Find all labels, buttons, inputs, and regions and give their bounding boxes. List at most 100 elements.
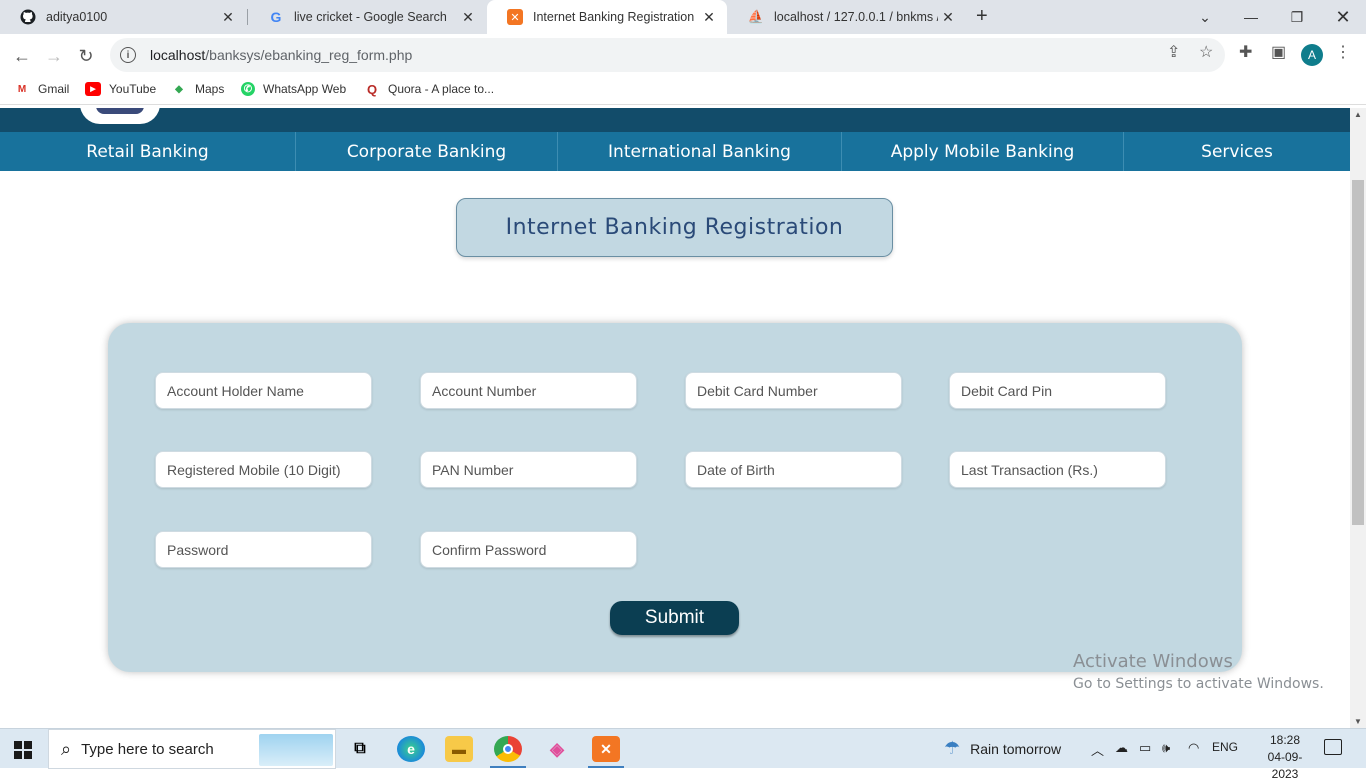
tab-phpmyadmin[interactable]: ⛵ localhost / 127.0.0.1 / bnkms / ba ✕: [728, 0, 966, 34]
wifi-icon[interactable]: ◠: [1188, 740, 1199, 756]
registered-mobile-input[interactable]: [155, 451, 372, 488]
watermark-title: Activate Windows: [1073, 651, 1233, 672]
debit-card-pin-input[interactable]: [949, 372, 1166, 409]
back-arrow-icon[interactable]: ←: [10, 44, 34, 68]
close-icon[interactable]: ✕: [458, 9, 478, 26]
search-highlight-image: [259, 734, 333, 766]
tab-title: live cricket - Google Search: [294, 10, 447, 24]
close-icon[interactable]: ✕: [218, 9, 238, 26]
github-icon: [20, 9, 36, 25]
bookmarks-bar: M Gmail ▶ YouTube ◆ Maps ✆ WhatsApp Web …: [0, 77, 1366, 105]
address-bar[interactable]: i localhost/banksys/ebanking_reg_form.ph…: [110, 38, 1225, 72]
language-indicator[interactable]: ENG: [1212, 740, 1238, 754]
youtube-icon: ▶: [85, 82, 101, 96]
window-close-button[interactable]: ✕: [1320, 0, 1366, 34]
bookmark-label: Maps: [195, 82, 225, 96]
notification-center-icon[interactable]: [1324, 739, 1342, 755]
minimize-button[interactable]: —: [1228, 0, 1274, 34]
site-nav: Retail Banking Corporate Banking Interna…: [0, 132, 1350, 171]
scroll-down-arrow-icon[interactable]: ▼: [1354, 717, 1362, 726]
menu-dots-icon[interactable]: ⋮: [1335, 42, 1351, 62]
browser-tab-bar: aditya0100 ✕ G live cricket - Google Sea…: [0, 0, 1366, 34]
windows-start-icon[interactable]: [14, 741, 32, 759]
bookmark-maps[interactable]: ◆ Maps: [171, 82, 224, 96]
url-text: localhost/banksys/ebanking_reg_form.php: [150, 47, 413, 63]
chrome-icon[interactable]: [494, 736, 522, 762]
umbrella-rain-icon: ☂: [944, 738, 961, 758]
registration-form: Submit: [108, 323, 1242, 672]
nav-corporate-banking[interactable]: Corporate Banking: [296, 132, 558, 171]
taskbar-search[interactable]: ⌕ Type here to search: [48, 729, 336, 769]
page-viewport: Retail Banking Corporate Banking Interna…: [0, 108, 1350, 728]
account-number-input[interactable]: [420, 372, 637, 409]
tab-title: Internet Banking Registration: [533, 10, 695, 24]
page-scrollbar[interactable]: ▲ ▼: [1350, 108, 1366, 728]
nav-retail-banking[interactable]: Retail Banking: [0, 132, 296, 171]
taskbar-clock[interactable]: 18:28 04-09-2023: [1260, 732, 1310, 783]
activate-windows-watermark: Activate Windows Go to Settings to activ…: [1073, 651, 1324, 692]
edge-icon[interactable]: e: [397, 736, 425, 762]
git-app-icon[interactable]: ◈: [543, 736, 571, 762]
clock-time: 18:28: [1269, 733, 1301, 747]
debit-card-number-input[interactable]: [685, 372, 902, 409]
reload-icon[interactable]: ↻: [74, 44, 98, 68]
account-holder-name-input[interactable]: [155, 372, 372, 409]
site-info-icon[interactable]: i: [120, 47, 136, 63]
tab-google-search[interactable]: G live cricket - Google Search ✕: [248, 0, 486, 34]
tab-internet-banking[interactable]: ✕ Internet Banking Registration ✕: [487, 0, 727, 34]
chevron-up-icon[interactable]: ︿: [1091, 740, 1104, 759]
tab-title: localhost / 127.0.0.1 / bnkms / ba: [774, 10, 938, 24]
clock-date: 04-09-2023: [1267, 750, 1303, 781]
nav-international-banking[interactable]: International Banking: [558, 132, 842, 171]
nav-apply-mobile-banking[interactable]: Apply Mobile Banking: [842, 132, 1124, 171]
new-tab-button[interactable]: +: [976, 5, 988, 28]
bookmark-label: YouTube: [109, 82, 157, 96]
side-panel-icon[interactable]: ▣: [1271, 42, 1286, 62]
scroll-thumb[interactable]: [1352, 180, 1364, 525]
browser-toolbar: ← → ↻ i localhost/banksys/ebanking_reg_f…: [0, 34, 1366, 77]
bookmark-label: Gmail: [38, 82, 70, 96]
onedrive-cloud-icon[interactable]: ☁: [1115, 740, 1128, 756]
weather-widget[interactable]: ☂ Rain tomorrow: [944, 738, 1061, 759]
forward-arrow-icon[interactable]: →: [42, 44, 66, 68]
tab-title: aditya0100: [46, 10, 108, 24]
whatsapp-icon: ✆: [241, 82, 255, 96]
confirm-password-input[interactable]: [420, 531, 637, 568]
last-transaction-input[interactable]: [949, 451, 1166, 488]
google-icon: G: [270, 9, 282, 25]
bookmark-star-icon[interactable]: ☆: [1199, 42, 1213, 62]
close-icon[interactable]: ✕: [699, 9, 719, 26]
nav-services[interactable]: Services: [1124, 132, 1350, 171]
share-icon[interactable]: ⇪: [1167, 42, 1180, 62]
bookmark-gmail[interactable]: M Gmail: [14, 82, 70, 96]
date-of-birth-input[interactable]: [685, 451, 902, 488]
restore-button[interactable]: ❐: [1274, 0, 1320, 34]
battery-icon[interactable]: ▭: [1139, 740, 1151, 756]
scroll-up-arrow-icon[interactable]: ▲: [1354, 110, 1362, 119]
xampp-taskbar-icon[interactable]: ✕: [592, 736, 620, 762]
bookmark-whatsapp[interactable]: ✆ WhatsApp Web: [241, 82, 346, 96]
file-explorer-icon[interactable]: ▬: [445, 736, 473, 762]
submit-button[interactable]: Submit: [610, 601, 739, 635]
bookmark-label: Quora - A place to...: [388, 82, 495, 96]
bookmark-youtube[interactable]: ▶ YouTube: [85, 82, 156, 96]
gmail-icon: M: [17, 83, 27, 95]
tab-search-chevron-icon[interactable]: ⌄: [1182, 0, 1228, 34]
windows-taskbar: ⌕ Type here to search ⧉ e ▬ ◈ ✕ ☂ Rain t…: [0, 728, 1366, 781]
password-input[interactable]: [155, 531, 372, 568]
phpmyadmin-icon: ⛵: [747, 9, 765, 24]
pan-number-input[interactable]: [420, 451, 637, 488]
task-view-icon[interactable]: ⧉: [346, 736, 374, 762]
watermark-subtitle: Go to Settings to activate Windows.: [1073, 676, 1324, 692]
avatar[interactable]: A: [1301, 44, 1323, 66]
close-icon[interactable]: ✕: [938, 9, 958, 26]
page-title: Internet Banking Registration: [456, 198, 893, 257]
extensions-icon[interactable]: ✚: [1239, 42, 1252, 62]
weather-text: Rain tomorrow: [970, 740, 1062, 757]
taskbar-search-placeholder: Type here to search: [81, 740, 214, 758]
tab-github[interactable]: aditya0100 ✕: [0, 0, 246, 34]
maps-icon: ◆: [175, 83, 183, 95]
search-icon: ⌕: [61, 738, 72, 759]
volume-icon[interactable]: 🕪: [1162, 740, 1170, 756]
bookmark-quora[interactable]: Q Quora - A place to...: [364, 82, 495, 97]
